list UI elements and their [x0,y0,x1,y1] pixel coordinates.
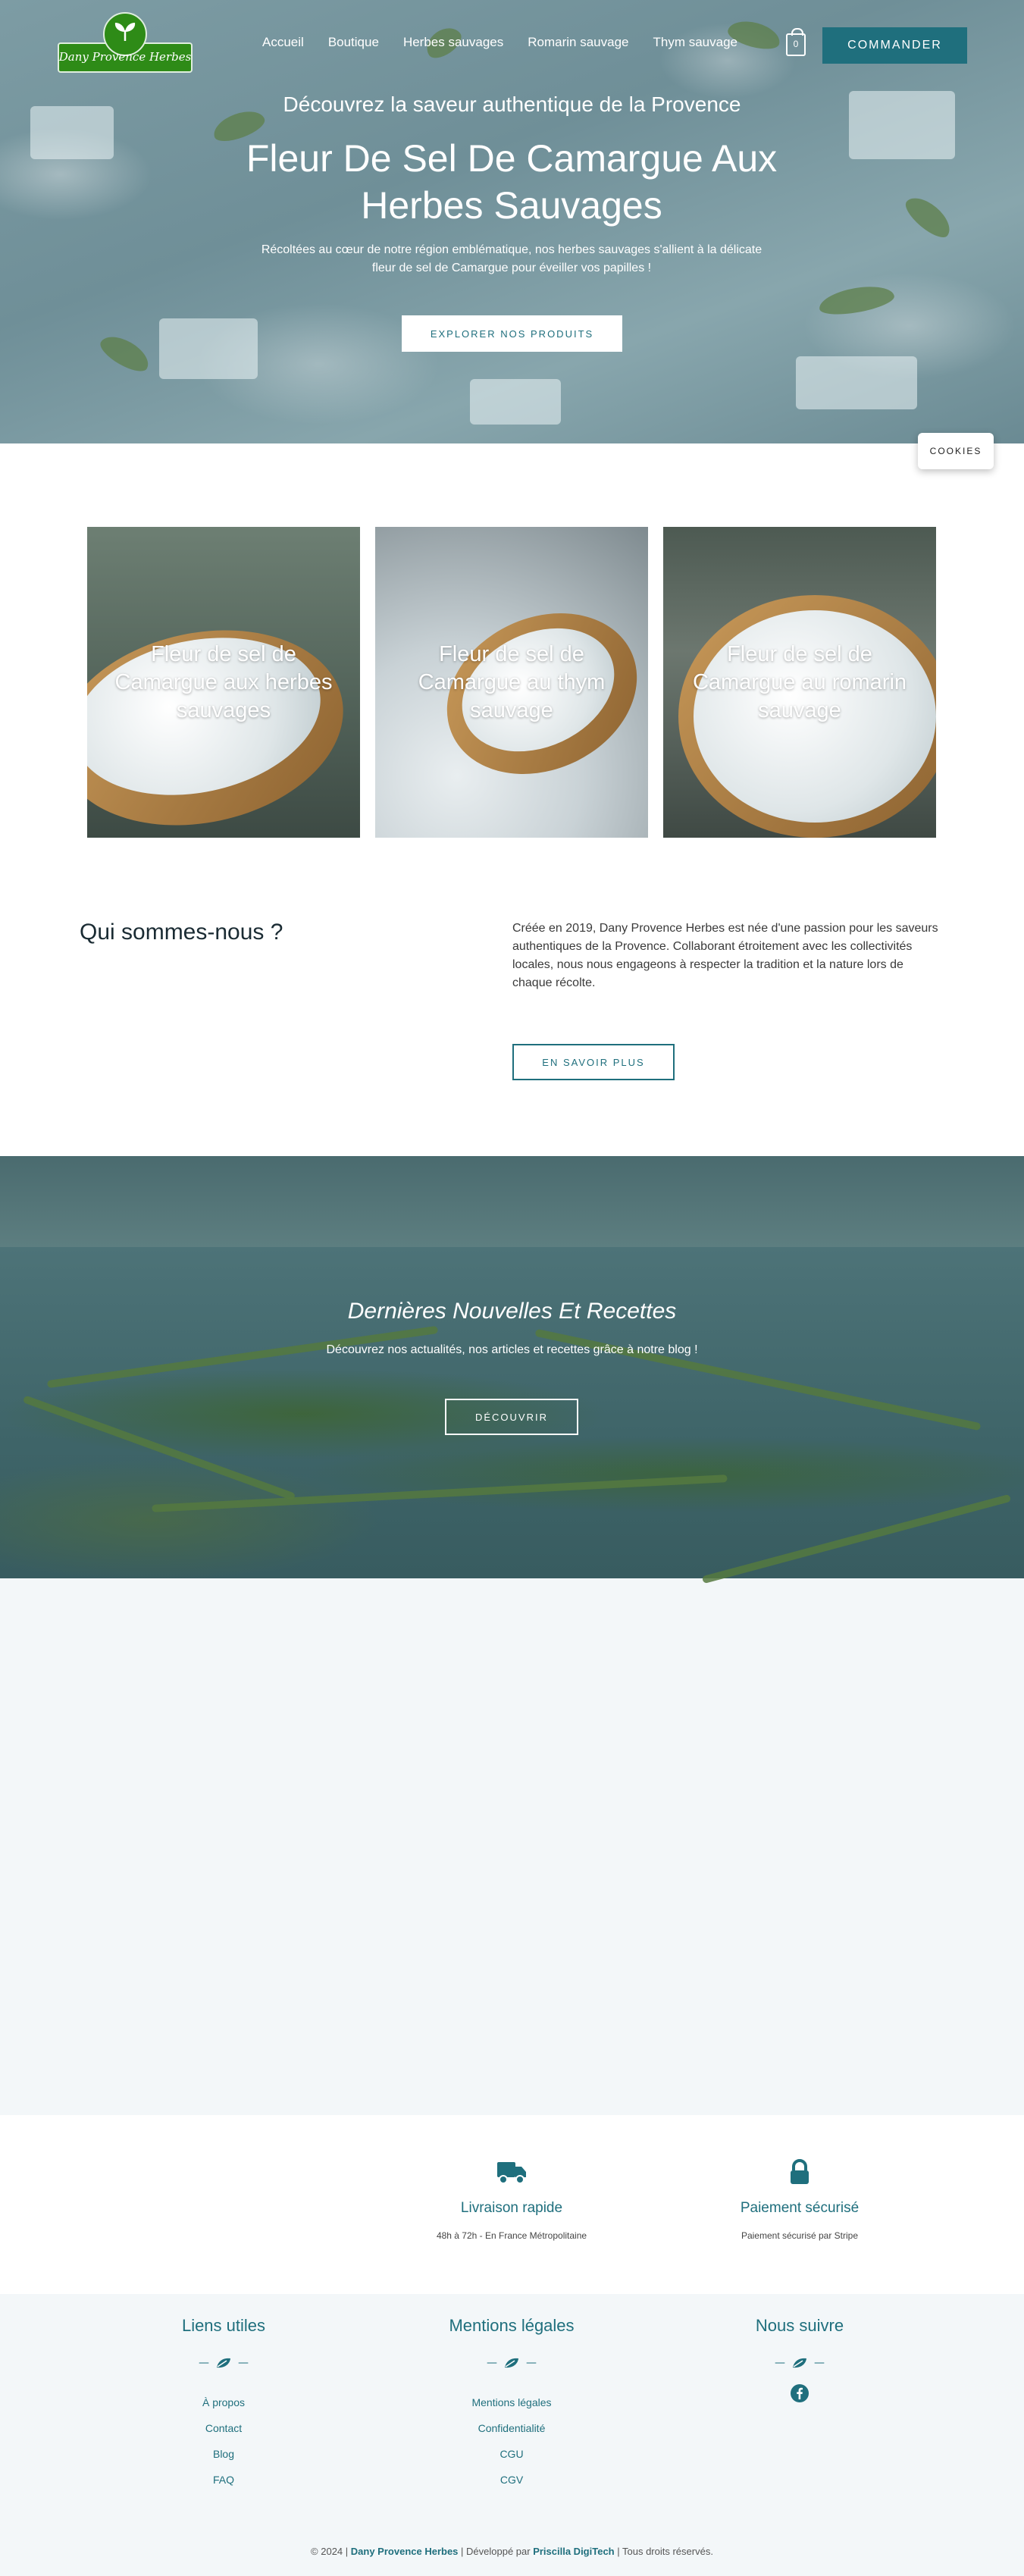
herb-leaf-decor [900,190,957,243]
feature-text: 48h à 72h - En France Métropolitaine [436,2230,587,2241]
main-nav: Accueil Boutique Herbes sauvages Romarin… [262,35,737,50]
hero-title: Fleur De Sel De Camargue Aux Herbes Sauv… [246,137,778,227]
product-card-label: Fleur de sel de Camargue au thym sauvage [418,642,606,722]
leaf-divider: — — [199,2357,249,2369]
footer-link-about[interactable]: À propos [110,2396,337,2408]
product-card-thym[interactable]: Fleur de sel de Camargue au thym sauvage [375,527,648,838]
about-text: Créée en 2019, Dany Provence Herbes est … [512,922,938,989]
nav-item-accueil[interactable]: Accueil [262,35,304,50]
leaf-divider: — — [487,2357,537,2369]
news-top-image [0,1156,1024,1247]
leaf-icon [793,2358,806,2368]
salt-crystal-decor [796,356,917,409]
salt-crystal-decor [159,318,258,379]
footer-link-blog[interactable]: Blog [110,2448,337,2460]
truck-icon [497,2162,526,2184]
footer-legal-links: Mentions légales — — Mentions légales Co… [398,2316,625,2499]
copyright-prefix: © 2024 | [311,2546,349,2557]
hero-text: Récoltées au cœur de notre région emblém… [261,243,763,274]
rosemary-decor [46,1325,439,1389]
copyright-dev-prefix: | Développé par [461,2546,531,2557]
about-title: Qui sommes-nous ? [80,920,283,945]
lock-icon [791,2159,809,2184]
copyright-developer[interactable]: Priscilla DigiTech [533,2546,614,2557]
copyright: © 2024 | Dany Provence Herbes | Développ… [0,2546,1024,2557]
facebook-icon[interactable] [791,2384,809,2402]
leaf-icon [217,2358,230,2368]
cart-icon[interactable]: 0 [786,28,806,56]
feature-delivery: Livraison rapide 48h à 72h - En France M… [398,2159,625,2241]
learn-more-button[interactable]: EN SAVOIR PLUS [512,1044,675,1080]
salt-crystal-decor [470,379,561,425]
footer-link-privacy[interactable]: Confidentialité [398,2422,625,2434]
footer-useful-links: Liens utiles — — À propos Contact Blog F… [110,2316,337,2499]
footer-heading: Nous suivre [755,2316,844,2335]
feature-title: Livraison rapide [460,2200,563,2216]
order-button[interactable]: COMMANDER [822,27,967,64]
product-card-herbes[interactable]: Fleur de sel de Camargue aux herbes sauv… [87,527,360,838]
footer-link-faq[interactable]: FAQ [110,2474,337,2486]
footer-link-legal-notice[interactable]: Mentions légales [398,2396,625,2408]
hero-subtitle: Découvrez la saveur authentique de la Pr… [283,92,741,116]
rosemary-decor [701,1493,1012,1584]
feature-title: Paiement sécurisé [740,2200,860,2216]
site-logo[interactable]: Dany Provence Herbes [58,12,193,77]
rosemary-decor [22,1395,296,1501]
sprout-icon [114,23,136,41]
cookies-button[interactable]: COOKIES [918,433,994,469]
discover-button[interactable]: DÉCOUVRIR [445,1399,578,1435]
herb-leaf-decor [816,281,897,319]
nav-item-thym-sauvage[interactable]: Thym sauvage [653,35,738,50]
herb-leaf-decor [96,329,155,378]
nav-item-romarin-sauvage[interactable]: Romarin sauvage [528,35,628,50]
footer-link-cgv[interactable]: CGV [398,2474,625,2486]
footer-heading: Mentions légales [449,2316,575,2335]
footer-heading: Liens utiles [181,2316,266,2335]
footer-link-contact[interactable]: Contact [110,2422,337,2434]
nav-item-herbes-sauvages[interactable]: Herbes sauvages [403,35,503,50]
copyright-brand[interactable]: Dany Provence Herbes [351,2546,459,2557]
nav-item-boutique[interactable]: Boutique [328,35,379,50]
copyright-suffix: | Tous droits réservés. [617,2546,713,2557]
news-title: Dernières Nouvelles Et Recettes [347,1299,677,1324]
product-card-label: Fleur de sel de Camargue au romarin sauv… [692,642,907,722]
product-card-label: Fleur de sel de Camargue aux herbes sauv… [114,642,333,722]
footer-link-cgu[interactable]: CGU [398,2448,625,2460]
news-text: Découvrez nos actualités, nos articles e… [326,1343,698,1356]
leaf-icon [505,2358,518,2368]
leaf-divider: — — [775,2357,825,2369]
product-card-romarin[interactable]: Fleur de sel de Camargue au romarin sauv… [663,527,936,838]
explore-products-button[interactable]: EXPLORER NOS PRODUITS [402,315,622,352]
feature-text: Paiement sécurisé par Stripe [741,2230,859,2241]
logo-text: Dany Provence Herbes [58,50,192,64]
footer-social: Nous suivre — — [686,2316,913,2402]
feature-payment: Paiement sécurisé Paiement sécurisé par … [686,2159,913,2241]
